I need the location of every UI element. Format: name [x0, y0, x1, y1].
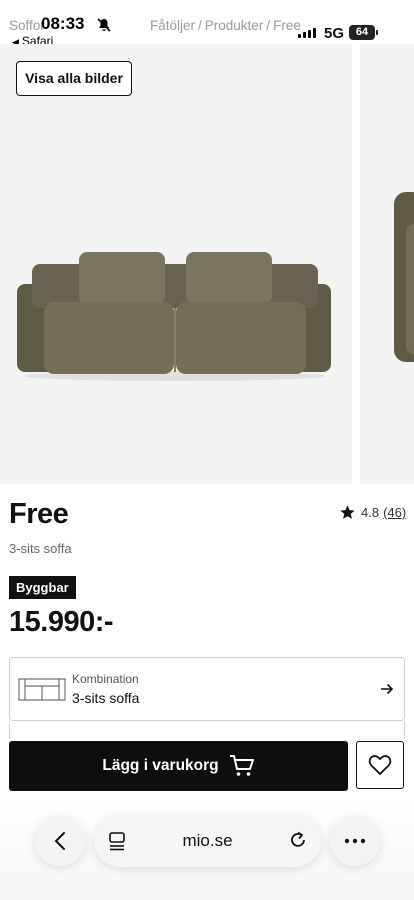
clock: 08:33 — [41, 14, 85, 33]
cart-icon — [229, 755, 254, 776]
sofa-outline-icon — [18, 678, 66, 701]
add-to-favorites-button[interactable] — [356, 741, 404, 789]
signal-icon — [298, 28, 316, 38]
add-to-cart-button[interactable]: Lägg i varukorg — [9, 741, 348, 791]
sofa-image — [17, 252, 331, 381]
show-all-images-button[interactable]: Visa alla bilder — [16, 61, 132, 96]
combination-selector[interactable]: Kombination 3-sits soffa — [9, 657, 405, 721]
combination-label: Kombination — [72, 672, 139, 686]
rating-value: 4.8 — [361, 505, 380, 520]
breadcrumb-item-fatoljer[interactable]: Fåtöljer — [150, 18, 195, 33]
sofa-image-partial — [394, 192, 414, 362]
breadcrumb-item-soffor[interactable]: Soffor — [9, 18, 45, 33]
bell-slash-icon — [97, 18, 111, 32]
add-to-cart-label: Lägg i varukorg — [102, 757, 219, 774]
network-type: 5G — [324, 25, 345, 42]
address-bar[interactable]: mio.se — [94, 815, 321, 867]
breadcrumb-item-produkter[interactable]: Produkter — [205, 18, 264, 33]
breadcrumb: Soffor — [9, 18, 45, 33]
heart-icon — [368, 755, 392, 775]
product-price: 15.990:- — [9, 606, 114, 638]
breadcrumb-item-free: Free — [273, 18, 301, 33]
status-bar: Soffor Fåtöljer / Produkter / Free 08:33 ◀ Sa… — [0, 0, 414, 48]
product-rating[interactable]: 4.8 (46) — [339, 504, 406, 521]
browser-back-button[interactable] — [35, 816, 85, 866]
rating-count[interactable]: (46) — [383, 505, 406, 520]
reload-icon[interactable] — [288, 830, 308, 850]
status-badge: Byggbar — [9, 576, 76, 599]
next-option-row[interactable] — [9, 721, 405, 739]
more-icon — [344, 838, 366, 844]
combination-value: 3-sits soffa — [72, 690, 140, 706]
arrow-right-icon — [381, 683, 394, 695]
product-subtitle: 3-sits soffa — [9, 541, 72, 556]
chevron-left-icon — [54, 832, 65, 850]
breadcrumb-tail: Fåtöljer / Produkter / Free — [150, 18, 301, 33]
star-icon — [340, 505, 355, 519]
more-options-button[interactable] — [330, 816, 380, 866]
url-text: mio.se — [182, 831, 233, 850]
battery-indicator: 64 — [349, 25, 378, 40]
product-title: Free — [9, 498, 69, 530]
product-image[interactable] — [0, 44, 352, 484]
next-product-image[interactable] — [360, 44, 414, 484]
